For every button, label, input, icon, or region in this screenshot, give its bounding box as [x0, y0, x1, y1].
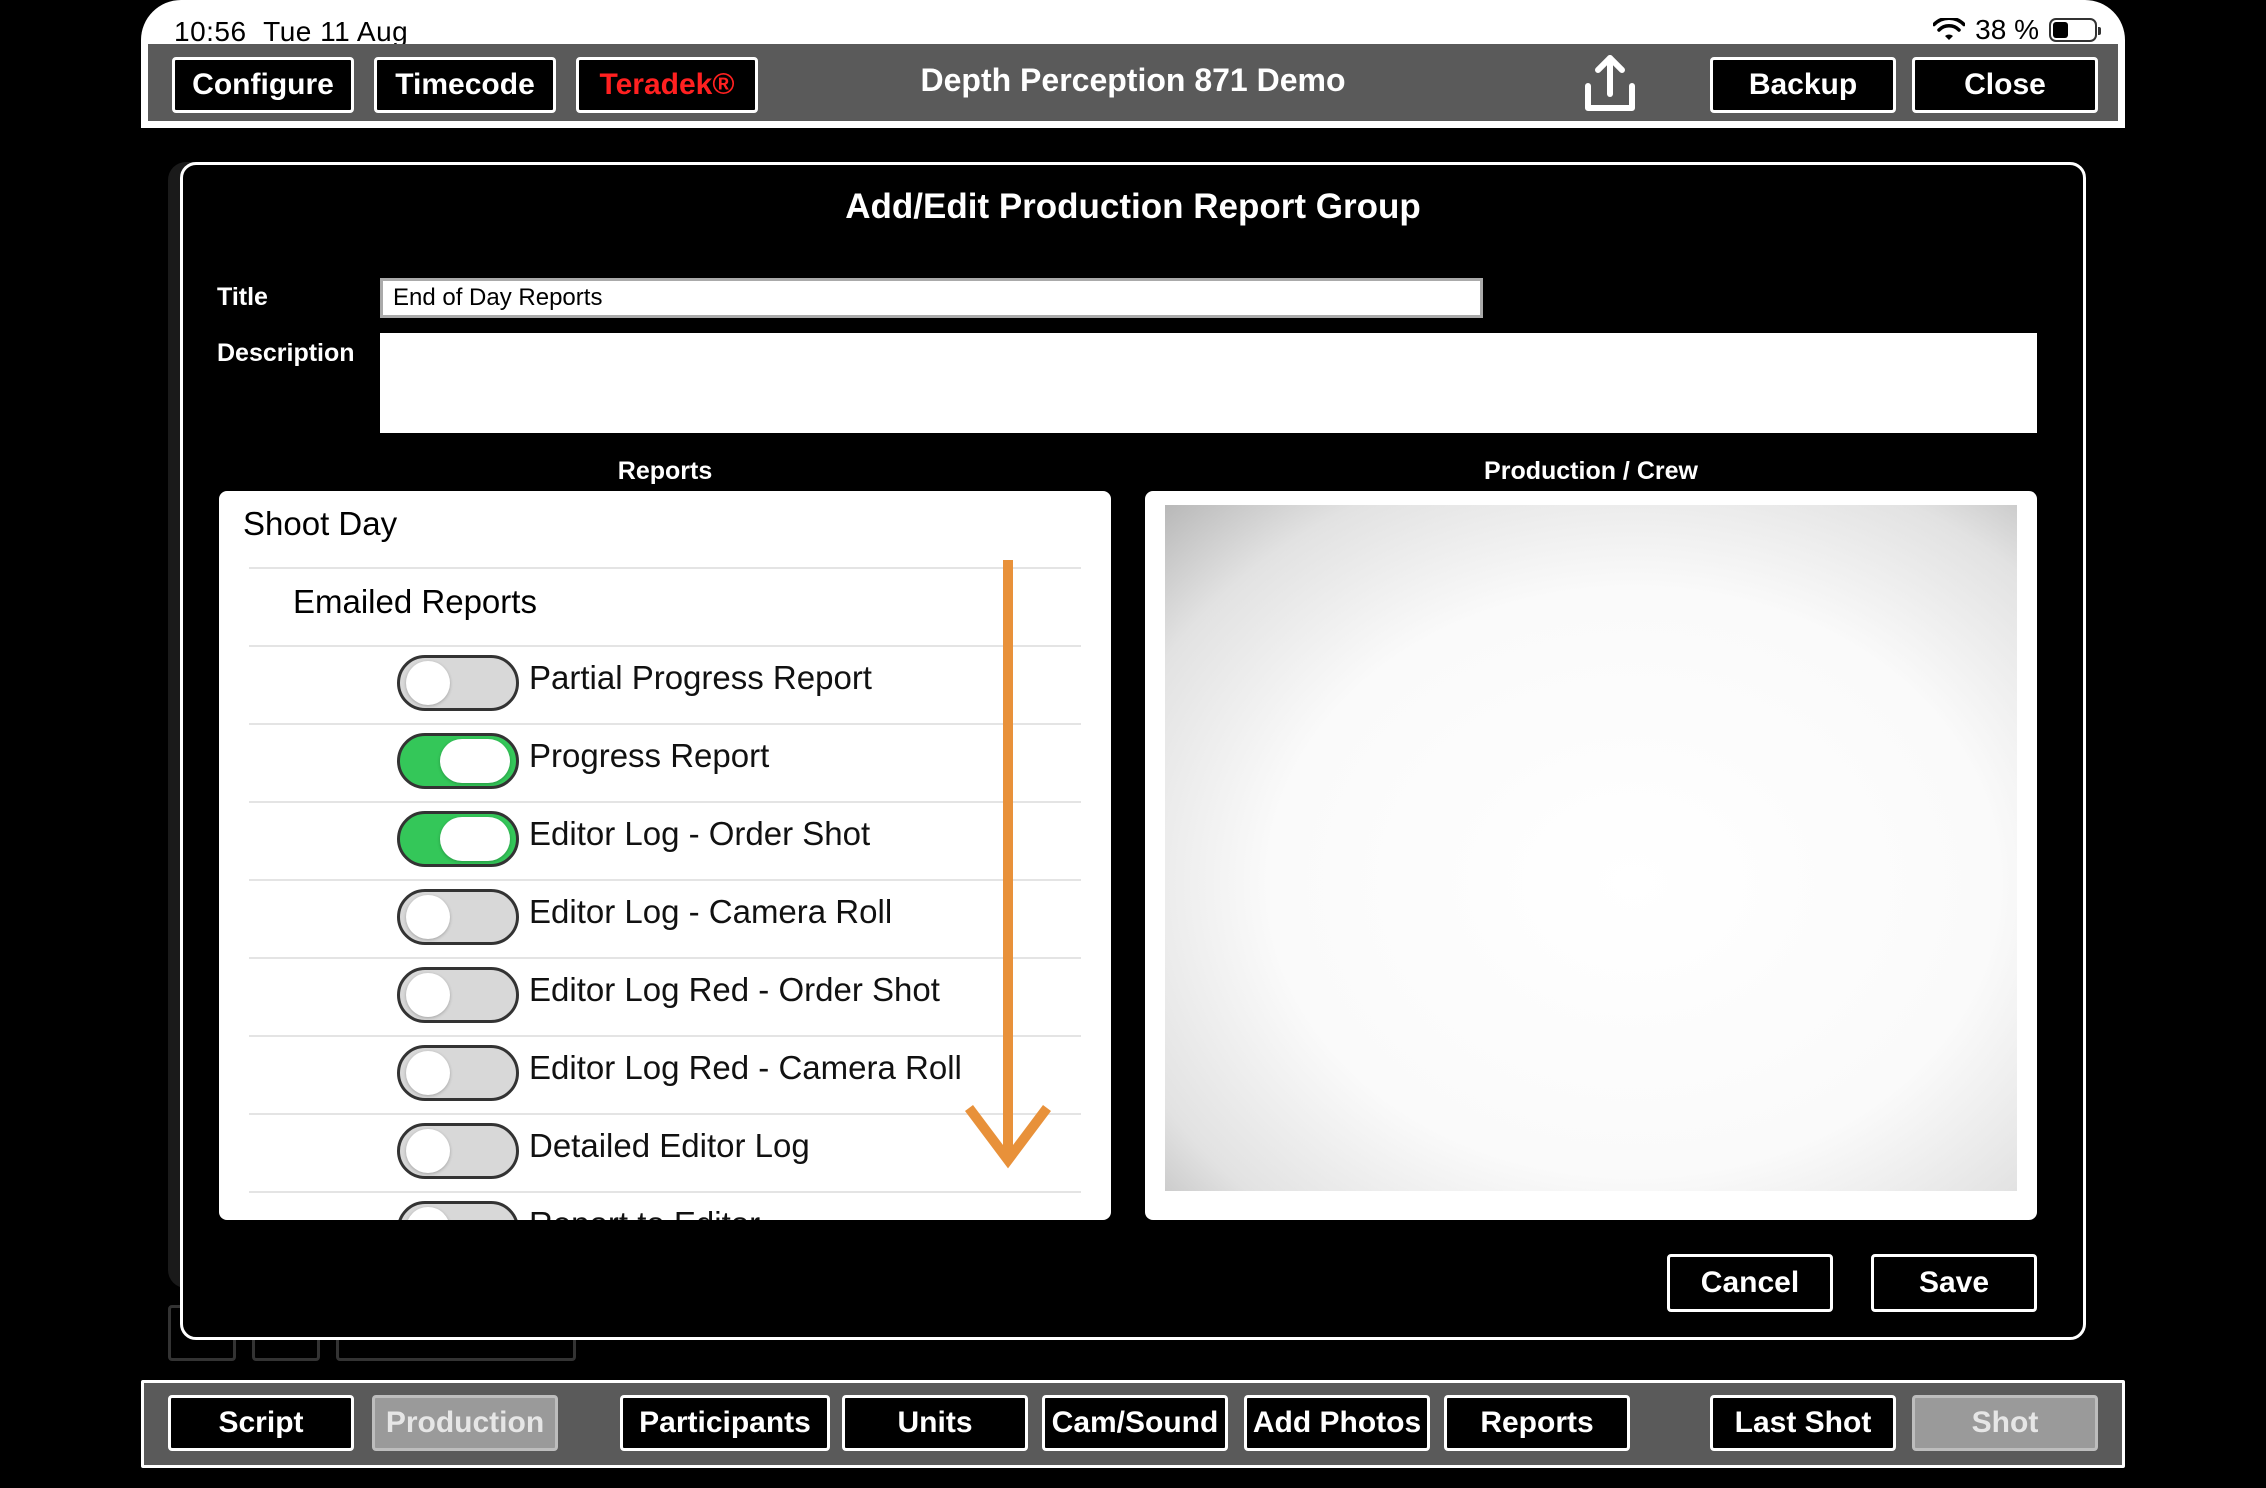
status-right: 38 %	[1933, 14, 2101, 46]
tab-reports[interactable]: Reports	[1444, 1395, 1630, 1451]
teradek-button[interactable]: Teradek®	[576, 57, 758, 113]
share-icon[interactable]	[1578, 52, 1642, 116]
battery-icon	[2049, 18, 2101, 42]
toggle-knob	[440, 817, 510, 861]
top-toolbar: Configure Timecode Teradek® Depth Percep…	[145, 44, 2121, 124]
configure-button[interactable]: Configure	[172, 57, 354, 113]
report-toggle[interactable]	[397, 811, 519, 867]
tab-cam-sound[interactable]: Cam/Sound	[1042, 1395, 1228, 1451]
tab-shot[interactable]: Shot	[1912, 1395, 2098, 1451]
toggle-knob	[440, 739, 510, 783]
report-label: Editor Log Red - Order Shot	[529, 971, 940, 1008]
toggle-knob	[406, 1051, 450, 1095]
tab-add-photos[interactable]: Add Photos	[1244, 1395, 1430, 1451]
report-label: Report to Editor	[529, 1205, 760, 1220]
report-label: Detailed Editor Log	[529, 1127, 810, 1164]
title-label: Title	[217, 283, 268, 311]
crew-list[interactable]	[1145, 491, 2037, 1220]
group-emailed-reports[interactable]: Emailed Reports	[293, 583, 537, 621]
reports-header: Reports	[617, 457, 713, 485]
report-toggle[interactable]	[397, 967, 519, 1023]
battery-percent: 38 %	[1975, 14, 2039, 45]
report-toggle[interactable]	[397, 1045, 519, 1101]
battery-level	[2053, 22, 2069, 38]
tab-participants[interactable]: Participants	[620, 1395, 830, 1451]
row-separator	[249, 567, 1081, 569]
report-group-modal: Add/Edit Production Report Group Title D…	[180, 162, 2086, 1340]
toggle-knob	[406, 1129, 450, 1173]
toggle-knob	[406, 895, 450, 939]
report-label: Editor Log - Camera Roll	[529, 893, 893, 930]
status-bar: 10:56 Tue 11 Aug 38 %	[141, 0, 2125, 47]
crew-header: Production / Crew	[1484, 457, 1698, 485]
scroll-down-arrow-icon	[965, 560, 1051, 1169]
backup-button[interactable]: Backup	[1710, 57, 1896, 113]
group-shoot-day[interactable]: Shoot Day	[243, 505, 397, 543]
last-shot-button[interactable]: Last Shot	[1710, 1395, 1896, 1451]
report-label: Progress Report	[529, 737, 770, 774]
tab-script[interactable]: Script	[168, 1395, 354, 1451]
save-button[interactable]: Save	[1871, 1254, 2037, 1312]
report-toggle[interactable]	[397, 1123, 519, 1179]
wifi-icon	[1933, 18, 1966, 40]
toggle-knob	[406, 973, 450, 1017]
timecode-button[interactable]: Timecode	[374, 57, 556, 113]
crew-list-content	[1165, 505, 2017, 1191]
report-toggle[interactable]	[397, 889, 519, 945]
report-toggle[interactable]	[397, 655, 519, 711]
report-row[interactable]: Report to Editor	[219, 1193, 1111, 1220]
title-input[interactable]	[380, 278, 1483, 318]
close-button[interactable]: Close	[1912, 57, 2098, 113]
cancel-button[interactable]: Cancel	[1667, 1254, 1833, 1312]
report-toggle[interactable]	[397, 1201, 519, 1220]
report-label: Editor Log Red - Camera Roll	[529, 1049, 962, 1086]
report-toggle[interactable]	[397, 733, 519, 789]
description-input[interactable]	[380, 333, 2037, 433]
toggle-knob	[406, 1207, 450, 1220]
report-label: Editor Log - Order Shot	[529, 815, 871, 852]
toggle-knob	[406, 661, 450, 705]
bottom-toolbar: Script Production Participants Units Cam…	[141, 1380, 2125, 1468]
description-label: Description	[217, 339, 355, 367]
modal-title: Add/Edit Production Report Group	[845, 187, 1421, 226]
tab-units[interactable]: Units	[842, 1395, 1028, 1451]
report-label: Partial Progress Report	[529, 659, 872, 696]
tab-production[interactable]: Production	[372, 1395, 558, 1451]
